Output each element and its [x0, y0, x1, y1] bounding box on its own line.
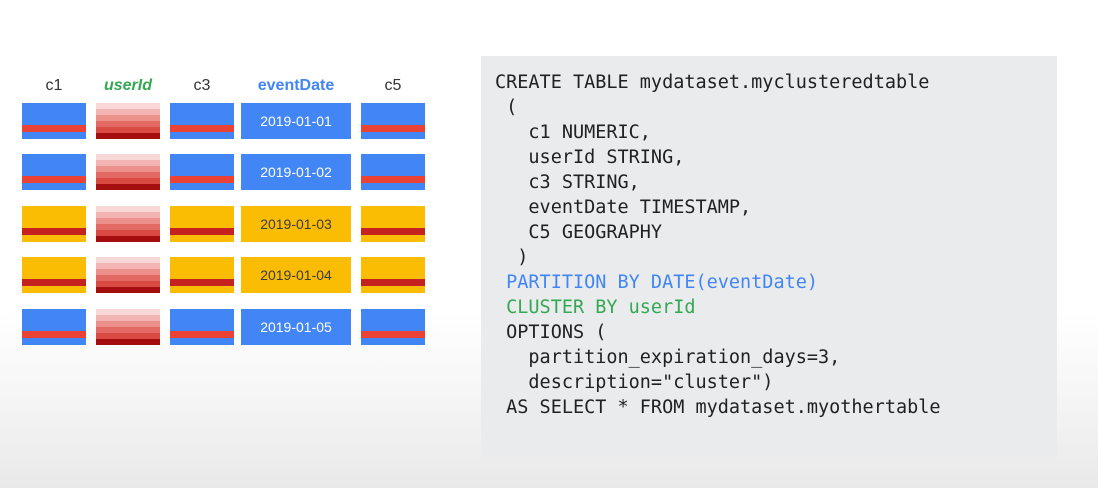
- cluster-by-clause: CLUSTER BY userId: [495, 297, 696, 318]
- row-stripe: [22, 176, 86, 183]
- code-line: AS SELECT * FROM mydataset.myothertable: [495, 397, 941, 418]
- c5-cell: [361, 206, 425, 242]
- code-line: (: [495, 97, 518, 118]
- eventdate-partition-cell: 2019-01-04: [241, 257, 351, 293]
- code-line: c1 NUMERIC,: [495, 122, 651, 143]
- row-stripe: [170, 228, 234, 235]
- userid-clustered-cell: [96, 103, 160, 139]
- row-stripe: [361, 228, 425, 235]
- code-line: C5 GEOGRAPHY: [495, 222, 663, 243]
- c1-cell: [22, 103, 86, 139]
- row-stripe: [22, 228, 86, 235]
- column-header-userid: userId: [103, 77, 152, 94]
- cluster-band: [96, 133, 160, 139]
- c1-cell: [22, 154, 86, 190]
- code-line: description="cluster"): [495, 372, 774, 393]
- c3-cell: [170, 257, 234, 293]
- eventdate-partition-cell: 2019-01-01: [241, 103, 351, 139]
- eventdate-partition-cell: 2019-01-02: [241, 154, 351, 190]
- cluster-band: [96, 287, 160, 293]
- userid-clustered-cell: [96, 309, 160, 345]
- column-header-c3: c3: [193, 77, 211, 94]
- c5-cell: [361, 257, 425, 293]
- row-stripe: [361, 176, 425, 183]
- eventdate-partition-cell: 2019-01-05: [241, 309, 351, 345]
- c5-cell: [361, 309, 425, 345]
- partition-by-clause: PARTITION BY DATE(eventDate): [495, 272, 819, 293]
- row-stripe: [22, 279, 86, 286]
- code-line: ): [495, 247, 529, 268]
- c3-cell: [170, 103, 234, 139]
- code-line: userId STRING,: [495, 147, 685, 168]
- cluster-band: [96, 184, 160, 190]
- c1-cell: [22, 309, 86, 345]
- c3-cell: [170, 206, 234, 242]
- code-line: OPTIONS (: [495, 322, 607, 343]
- userid-clustered-cell: [96, 154, 160, 190]
- code-line: partition_expiration_days=3,: [495, 347, 841, 368]
- cluster-band: [96, 236, 160, 242]
- row-stripe: [170, 331, 234, 338]
- eventdate-partition-cell: 2019-01-03: [241, 206, 351, 242]
- row-stripe: [22, 125, 86, 132]
- cluster-band: [96, 339, 160, 345]
- c3-cell: [170, 154, 234, 190]
- column-header-c5: c5: [384, 77, 402, 94]
- row-stripe: [361, 279, 425, 286]
- c5-cell: [361, 103, 425, 139]
- row-stripe: [170, 176, 234, 183]
- row-stripe: [170, 279, 234, 286]
- code-line: c3 STRING,: [495, 172, 640, 193]
- sql-code-panel: CREATE TABLE mydataset.myclusteredtable …: [481, 56, 1057, 458]
- column-header-eventdate: eventDate: [257, 77, 335, 94]
- code-line: CREATE TABLE mydataset.myclusteredtable: [495, 72, 930, 93]
- c1-cell: [22, 206, 86, 242]
- userid-clustered-cell: [96, 257, 160, 293]
- row-stripe: [170, 125, 234, 132]
- row-stripe: [22, 331, 86, 338]
- c3-cell: [170, 309, 234, 345]
- row-stripe: [361, 125, 425, 132]
- column-header-c1: c1: [45, 77, 63, 94]
- c5-cell: [361, 154, 425, 190]
- c1-cell: [22, 257, 86, 293]
- row-stripe: [361, 331, 425, 338]
- code-line: eventDate TIMESTAMP,: [495, 197, 752, 218]
- userid-clustered-cell: [96, 206, 160, 242]
